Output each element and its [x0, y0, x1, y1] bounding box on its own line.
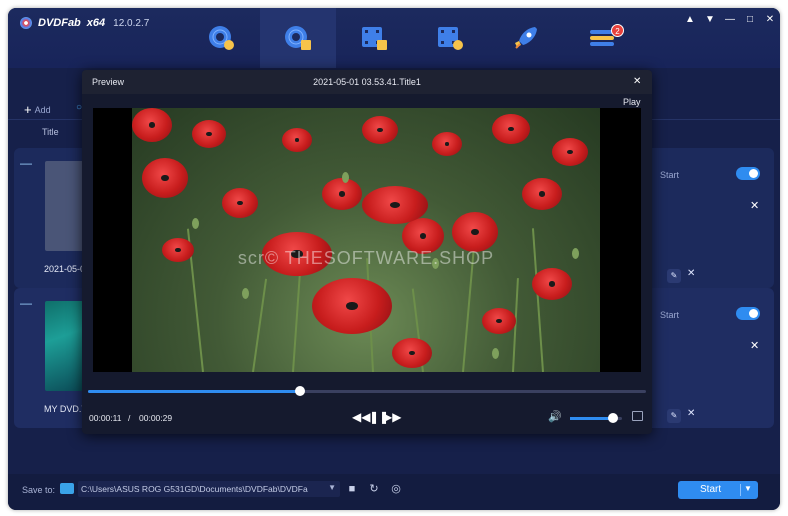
output-path: C:\Users\ASUS ROG G531GD\Documents\DVDFa…	[81, 484, 308, 494]
start-button[interactable]: Start ▼	[678, 481, 758, 499]
tab-utilities[interactable]	[488, 8, 564, 68]
rocket-icon	[515, 27, 537, 49]
source-title: MY DVD.T	[44, 404, 87, 414]
preview-label: Preview	[92, 77, 125, 87]
app-logo: DVDFab x64 12.0.2.7	[20, 17, 149, 29]
save-to-label: Save to:	[22, 485, 56, 495]
preview-dialog: 2021-05-01 03.53.41.Title1 Preview ✕ Pla…	[82, 70, 652, 434]
chevron-down-icon: ▼	[328, 483, 336, 492]
dvdfab-logo-icon	[20, 17, 32, 29]
volume-handle[interactable]	[607, 413, 618, 423]
collapse-icon[interactable]: —	[20, 296, 32, 310]
mode-tabs: 2	[184, 8, 640, 68]
seek-progress	[88, 390, 301, 393]
close-icon[interactable]: ✕	[633, 76, 641, 87]
preview-header: 2021-05-01 03.53.41.Title1 Preview ✕	[82, 70, 652, 94]
add-button[interactable]: + Add	[24, 102, 51, 117]
close-icon[interactable]: ✕	[764, 14, 776, 25]
window-controls: ▲ ▼ — □ ✕	[684, 14, 776, 25]
video-convert-icon	[362, 27, 387, 50]
app-version: 12.0.2.7	[113, 17, 150, 29]
enable-toggle[interactable]	[736, 307, 760, 320]
current-time: 00:00:11	[89, 413, 122, 423]
tab-ripper[interactable]	[260, 8, 336, 68]
snapshot-icon[interactable]	[632, 411, 643, 421]
remove-source-icon[interactable]: ✕	[750, 199, 759, 212]
disc-rip-icon	[285, 26, 311, 50]
enable-toggle[interactable]	[736, 167, 760, 180]
total-time: 00:00:29	[139, 413, 173, 423]
tab-creator[interactable]	[412, 8, 488, 68]
source-thumbnail	[45, 301, 85, 391]
bottom-bar: Save to: C:\Users\ASUS ROG G531GD\Docume…	[8, 474, 780, 510]
chevron-down-icon[interactable]: ▼	[744, 484, 752, 493]
task-count-badge: 2	[611, 24, 624, 37]
collapse-icon[interactable]: —	[20, 156, 32, 170]
remove-source-icon[interactable]: ✕	[750, 339, 759, 352]
divider	[740, 484, 741, 496]
refresh-icon[interactable]: ↻	[368, 483, 380, 495]
start-label: Start	[660, 170, 680, 180]
add-label: Add	[34, 104, 51, 115]
app-name: DVDFab	[38, 17, 81, 29]
start-label: Start	[660, 310, 680, 320]
app-arch: x64	[86, 17, 106, 29]
maximize-icon[interactable]: □	[744, 14, 756, 25]
seek-handle[interactable]	[295, 386, 306, 396]
tab-copy[interactable]	[184, 8, 260, 68]
tab-task-queue[interactable]: 2	[564, 8, 640, 68]
minimize-icon[interactable]: —	[724, 14, 736, 25]
video-frame: scr© THESOFTWARE.SHOP	[132, 108, 600, 372]
tab-converter[interactable]	[336, 8, 412, 68]
video-player[interactable]: scr© THESOFTWARE.SHOP	[93, 108, 641, 372]
close-icon[interactable]: ✕	[687, 408, 695, 419]
title-column-header: Title	[42, 127, 59, 137]
shirt-icon[interactable]: ▲	[684, 14, 696, 25]
seek-bar[interactable]	[88, 386, 646, 396]
volume-icon[interactable]: 🔊	[548, 410, 562, 423]
folder-icon	[60, 483, 74, 494]
plus-icon: +	[24, 102, 32, 117]
disc-copy-icon	[209, 26, 234, 50]
close-icon[interactable]: ✕	[687, 268, 695, 279]
watermark-text: scr© THESOFTWARE.SHOP	[237, 248, 495, 268]
browse-folder-icon[interactable]: ■	[346, 483, 358, 495]
menu-icon[interactable]: ▼	[704, 14, 716, 25]
source-thumbnail	[45, 161, 85, 251]
edit-icon[interactable]: ✎	[667, 269, 681, 283]
play-label: Play	[623, 97, 641, 107]
start-button-label: Start	[700, 484, 722, 495]
source-title: 2021-05-0	[44, 264, 86, 274]
top-bar: DVDFab x64 12.0.2.7 2 ▲ ▼ — □ ✕	[8, 8, 780, 68]
preview-title: 2021-05-01 03.53.41.Title1	[313, 77, 421, 87]
volume-slider[interactable]	[570, 413, 622, 423]
output-path-select[interactable]: C:\Users\ASUS ROG G531GD\Documents\DVDFa…	[78, 481, 340, 497]
edit-icon[interactable]: ✎	[667, 409, 681, 423]
video-create-icon	[438, 27, 463, 50]
rewind-icon[interactable]: ◀◀	[352, 410, 370, 424]
time-separator: /	[128, 413, 131, 423]
volume-level	[570, 417, 613, 420]
fast-forward-icon[interactable]: ▶▶	[383, 410, 401, 424]
globe-icon[interactable]: ◎	[390, 483, 402, 495]
